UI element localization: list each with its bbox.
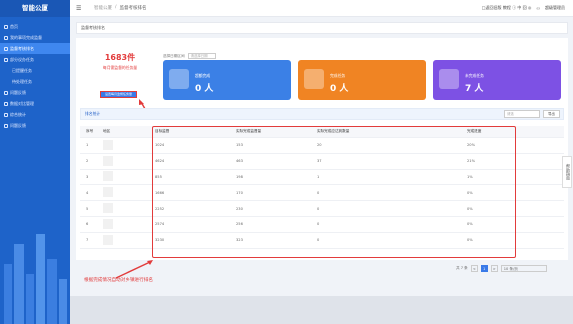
city-skyline-illustration xyxy=(4,234,67,324)
cell-region xyxy=(103,218,145,230)
sidebar: 智能公厦 首页 我的事项完成监督 监督考核排名 部分议办任务 已提醒任务 待处理… xyxy=(0,0,70,324)
alert-icon xyxy=(439,69,459,89)
export-button[interactable]: 导出 xyxy=(543,110,560,118)
card-title: 未完成任务 xyxy=(465,73,484,78)
card-value: 0 人 xyxy=(330,84,349,94)
cell-region xyxy=(103,203,145,214)
date-range-input[interactable]: 请选择日期 xyxy=(187,53,216,59)
card-title: 完成任务 xyxy=(330,73,346,78)
menu-toggle-icon[interactable]: ☰ xyxy=(76,5,84,12)
page-size-select[interactable]: 10 条/页 xyxy=(500,265,547,272)
thumbs-up-icon xyxy=(169,69,189,89)
annotation-bottom: 根据完成情况自动对乡镇进行排名 xyxy=(84,278,153,283)
breadcrumb-home[interactable]: 智能公厦 xyxy=(94,5,112,11)
search-input[interactable]: 请选 xyxy=(504,110,540,118)
next-page-button[interactable]: > xyxy=(490,265,498,272)
sidebar-nav: 首页 我的事项完成监督 监督考核排名 部分议办任务 已提醒任务 待处理任务 问题… xyxy=(0,17,70,131)
card-value: 7 人 xyxy=(465,84,484,94)
top-right-tools: □返回旧版 教程 ⓘ 中 回 ◎ ⚇ 超级管理员 xyxy=(482,5,565,11)
card-value: 0 人 xyxy=(195,84,214,94)
cell-index: 2 xyxy=(86,159,89,164)
tab-strip: 监督考核排名 xyxy=(76,22,568,34)
sidebar-item-stats[interactable]: 综合统计 xyxy=(0,109,70,120)
task-icon xyxy=(4,57,8,62)
sidebar-item-tasks[interactable]: 部分议办任务 xyxy=(0,54,70,65)
cell-index: 1 xyxy=(86,143,89,148)
cell-index: 5 xyxy=(86,206,89,211)
highlight-box-table xyxy=(152,126,516,258)
pagination-total: 共 7 条 xyxy=(456,266,468,270)
stats-icon xyxy=(4,112,8,117)
date-filter-label: 选择日期区间 xyxy=(163,53,185,58)
tab-ranking[interactable]: 监督考核排名 xyxy=(81,25,105,31)
sidebar-item-label: 首页 xyxy=(10,23,18,29)
sidebar-item-data[interactable]: 数据对比管理 xyxy=(0,98,70,109)
table-header-bar: 排名统计 xyxy=(80,108,564,120)
app-logo: 智能公厦 xyxy=(0,0,70,17)
feedback-icon xyxy=(4,123,8,128)
sidebar-item-supervision[interactable]: 我的事项完成监督 xyxy=(0,32,70,43)
ranking-icon xyxy=(4,46,8,51)
breadcrumb-separator: / xyxy=(115,5,117,10)
cell-index: 4 xyxy=(86,190,89,195)
breadcrumb-current: 监督考核排名 xyxy=(119,6,147,11)
cell-region xyxy=(103,139,145,151)
card-exceeded: 超额完成 0 人 xyxy=(163,60,291,100)
sidebar-item-ranking[interactable]: 监督考核排名 xyxy=(0,43,70,54)
cell-index: 3 xyxy=(86,174,89,179)
monthly-count-label: 每月需监督的任务量 xyxy=(102,65,138,70)
sidebar-item-label: 问题反馈 xyxy=(10,89,26,95)
home-icon xyxy=(4,24,8,29)
feedback-icon xyxy=(4,90,8,95)
app: 智能公厦 首页 我的事项完成监督 监督考核排名 部分议办任务 已提醒任务 待处理… xyxy=(0,0,573,324)
pagination: 共 7 条 < 1 > 10 条/页 xyxy=(456,265,547,272)
cell-region xyxy=(103,171,145,182)
cell-region xyxy=(103,187,145,198)
cell-region xyxy=(103,155,145,167)
user-icon[interactable]: ⚇ xyxy=(536,6,540,11)
cell-index: 7 xyxy=(86,238,89,243)
breadcrumb: 智能公厦 / 监督考核排名 xyxy=(94,5,147,11)
sidebar-item-label: 问题反馈 xyxy=(10,122,26,128)
card-incomplete: 未完成任务 7 人 xyxy=(433,60,561,100)
sidebar-item-label: 已提醒任务 xyxy=(12,67,32,73)
col-header: 序号 xyxy=(86,129,94,133)
toolbar-links[interactable]: □返回旧版 教程 ⓘ 中 回 ◎ xyxy=(482,5,532,11)
list-icon xyxy=(4,35,8,40)
sidebar-item-label: 监督考核排名 xyxy=(10,45,34,51)
data-icon xyxy=(4,101,8,106)
date-filter: 选择日期区间 请选择日期 xyxy=(163,53,216,59)
cell-region xyxy=(103,234,145,246)
col-header: 地区 xyxy=(103,129,111,133)
top-bar: ☰ 智能公厦 / 监督考核排名 □返回旧版 教程 ⓘ 中 回 ◎ ⚇ 超级管理员 xyxy=(70,0,573,17)
table-title: 排名统计 xyxy=(85,111,101,116)
sidebar-item-home[interactable]: 首页 xyxy=(0,21,70,32)
sidebar-item-label: 我的事项完成监督 xyxy=(10,34,42,40)
set-monthly-quota-button[interactable]: 设置每月监督任务量 xyxy=(100,91,137,98)
card-completed: 完成任务 0 人 xyxy=(298,60,426,100)
bottom-area xyxy=(70,296,573,324)
sidebar-item-label: 待处理任务 xyxy=(12,78,32,84)
help-guide-tab[interactable]: 帮助指南 xyxy=(562,156,572,188)
sidebar-item-feedback-2[interactable]: 问题反馈 xyxy=(0,120,70,131)
sidebar-item-reminded[interactable]: 已提醒任务 xyxy=(0,65,70,76)
prev-page-button[interactable]: < xyxy=(470,265,478,272)
sidebar-item-pending[interactable]: 待处理任务 xyxy=(0,76,70,87)
monthly-summary: 1683件 每月需监督的任务量 xyxy=(84,52,156,71)
user-name[interactable]: 超级管理员 xyxy=(545,5,565,11)
sidebar-item-feedback[interactable]: 问题反馈 xyxy=(0,87,70,98)
card-title: 超额完成 xyxy=(195,73,211,78)
sidebar-item-label: 综合统计 xyxy=(10,111,26,117)
checklist-icon xyxy=(304,69,324,89)
page-button[interactable]: 1 xyxy=(480,265,488,272)
sidebar-item-label: 数据对比管理 xyxy=(10,100,34,106)
sidebar-item-label: 部分议办任务 xyxy=(10,56,34,62)
monthly-count: 1683件 xyxy=(104,53,136,62)
cell-index: 6 xyxy=(86,222,89,227)
